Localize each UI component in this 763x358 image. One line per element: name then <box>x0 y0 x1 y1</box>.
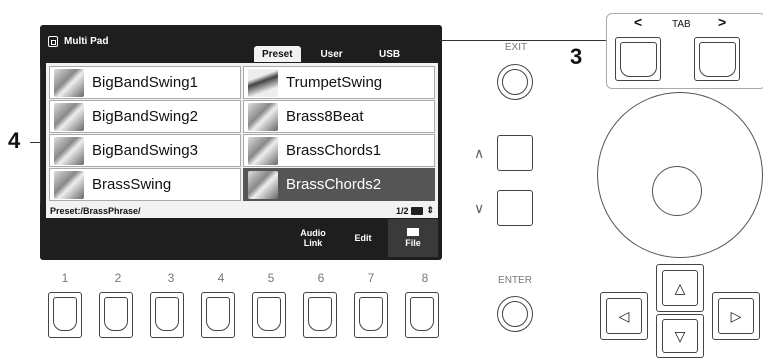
callout-4: 4 <box>8 128 21 153</box>
pad-button-2[interactable] <box>99 292 133 338</box>
brass-icon <box>248 102 278 131</box>
callout-line <box>30 142 40 143</box>
file-button[interactable]: File <box>388 219 438 257</box>
brass-icon <box>54 136 84 165</box>
down-glyph: ∨ <box>474 200 485 216</box>
pad-button-3[interactable] <box>150 292 184 338</box>
page-number: 1/2 <box>395 205 409 216</box>
pad-button-7[interactable] <box>354 292 388 338</box>
down-button[interactable] <box>497 190 533 226</box>
brass-icon <box>54 102 84 131</box>
up-glyph: ∧ <box>474 145 485 161</box>
list-item[interactable]: BrassChords1 <box>243 134 435 167</box>
screen-title-bar: Multi Pad <box>48 29 108 53</box>
page-indicator: 1/2 ⇕ <box>396 205 434 216</box>
audio-link-button[interactable]: Audio Link <box>288 219 338 257</box>
list-item[interactable]: BigBandSwing1 <box>49 66 241 99</box>
list-item[interactable]: BrassSwing <box>49 168 241 201</box>
tab-right-button[interactable] <box>694 37 740 81</box>
pad-number: 5 <box>267 271 275 285</box>
path-text: Preset:/BrassPhrase/ <box>50 205 141 216</box>
tab-right-glyph: > <box>718 14 727 30</box>
tab-preset[interactable]: Preset <box>254 46 301 62</box>
pad-button-1[interactable] <box>48 292 82 338</box>
trumpet-icon <box>248 68 278 97</box>
list-item[interactable]: TrumpetSwing <box>243 66 435 99</box>
list-item[interactable]: BigBandSwing3 <box>49 134 241 167</box>
brass-icon <box>54 68 84 97</box>
pad-bank-list: BigBandSwing1 TrumpetSwing BigBandSwing2… <box>46 63 438 203</box>
tab-user[interactable]: User <box>305 46 359 62</box>
pad-number: 2 <box>114 271 122 285</box>
exit-label: EXIT <box>504 42 528 53</box>
data-dial-knob[interactable] <box>652 166 702 216</box>
edit-button[interactable]: Edit <box>338 219 388 257</box>
pad-button-4[interactable] <box>201 292 235 338</box>
scroll-updown-icon[interactable]: ⇕ <box>426 205 434 216</box>
callout-bracket <box>40 68 41 204</box>
tab-usb[interactable]: USB <box>363 46 417 62</box>
brass-icon <box>54 170 84 199</box>
pad-button-6[interactable] <box>303 292 337 338</box>
enter-button[interactable] <box>497 296 533 332</box>
tab-bar: Preset User USB <box>250 40 440 62</box>
pad-number: 3 <box>167 271 175 285</box>
pad-number: 6 <box>317 271 325 285</box>
callout-3: 3 <box>570 44 583 69</box>
tab-left-button[interactable] <box>615 37 661 81</box>
list-item[interactable]: BigBandSwing2 <box>49 100 241 133</box>
pad-number: 7 <box>367 271 375 285</box>
cursor-up-button[interactable]: △ <box>656 264 704 312</box>
callout-line <box>440 40 606 41</box>
brass-icon <box>248 136 278 165</box>
multi-pad-icon <box>48 35 58 47</box>
cursor-left-button[interactable]: ◁ <box>600 292 648 340</box>
pad-number: 4 <box>217 271 225 285</box>
tab-left-glyph: < <box>634 14 643 30</box>
screen-title: Multi Pad <box>64 35 109 47</box>
path-bar: Preset:/BrassPhrase/ 1/2 ⇕ <box>46 203 438 218</box>
enter-label: ENTER <box>498 275 532 286</box>
pad-number: 8 <box>421 271 429 285</box>
folder-icon[interactable] <box>411 206 424 215</box>
list-item-selected[interactable]: BrassChords2 <box>243 168 435 201</box>
pad-button-8[interactable] <box>405 292 439 338</box>
cursor-right-button[interactable]: ▷ <box>712 292 760 340</box>
list-item[interactable]: Brass8Beat <box>243 100 435 133</box>
cursor-down-button[interactable]: ▽ <box>656 314 704 358</box>
brass-icon <box>248 170 278 199</box>
folder-icon <box>407 228 419 236</box>
exit-button[interactable] <box>497 64 533 100</box>
pad-number: 1 <box>61 271 69 285</box>
soft-buttons: Audio Link Edit File <box>288 219 438 257</box>
up-button[interactable] <box>497 135 533 171</box>
pad-button-5[interactable] <box>252 292 286 338</box>
tab-label: TAB <box>672 19 691 30</box>
